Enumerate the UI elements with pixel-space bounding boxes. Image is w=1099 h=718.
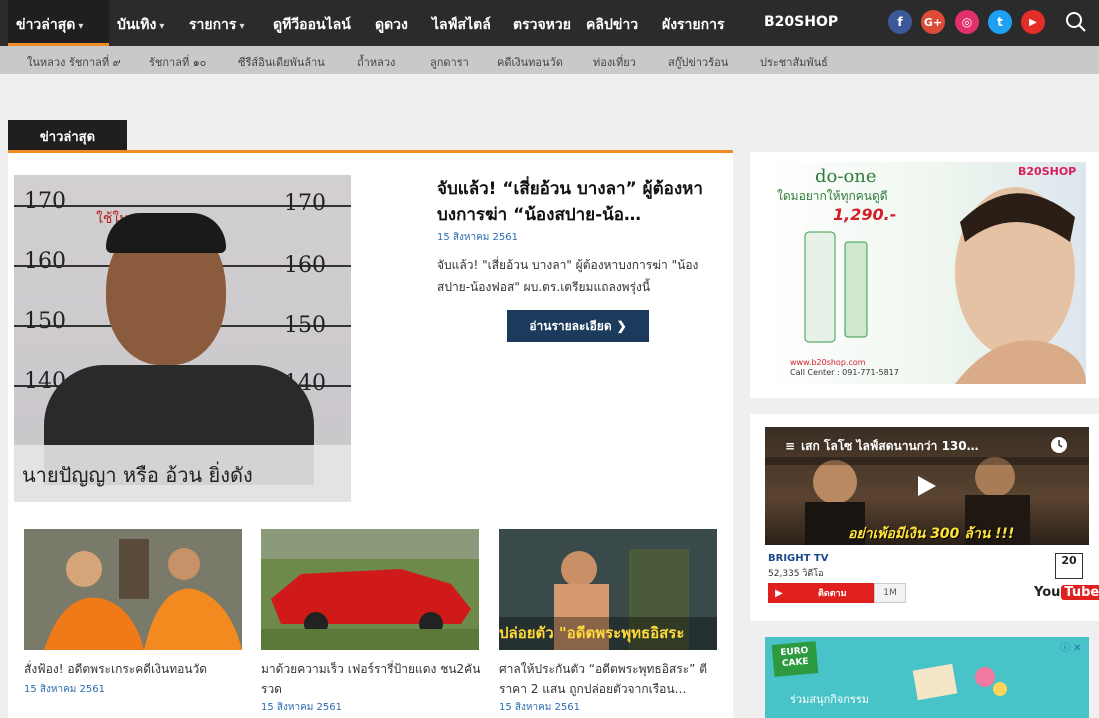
height-mark: 150 bbox=[284, 313, 326, 338]
nav-item-entertainment[interactable]: บันเทิง ▾ bbox=[117, 14, 164, 36]
nav-item-horoscope[interactable]: ดูดวง bbox=[375, 14, 408, 36]
section-tab-latest[interactable]: ข่าวล่าสุด bbox=[8, 120, 127, 152]
subscriber-count: 1M bbox=[874, 583, 906, 603]
twitter-icon[interactable]: t bbox=[988, 10, 1012, 34]
monks-illustration bbox=[24, 529, 242, 650]
featured-description: จับแล้ว! "เสี่ยอ้วน บางลา" ผู้ต้องหาบงกา… bbox=[437, 258, 699, 294]
search-icon[interactable] bbox=[1065, 11, 1087, 33]
ferrari-illustration bbox=[261, 529, 479, 650]
playlist-icon: ≡ bbox=[785, 439, 796, 453]
card-title[interactable]: ศาลให้ประกันตัว “อดีตพระพุทธอิสระ” ตีราค… bbox=[499, 659, 724, 699]
card-date: 15 สิงหาคม 2561 bbox=[499, 702, 581, 713]
height-mark: 160 bbox=[284, 253, 326, 278]
channel-name[interactable]: BRIGHT TV bbox=[768, 553, 828, 564]
nav-item-label: ดูดวง bbox=[375, 17, 408, 33]
instagram-icon[interactable]: ◎ bbox=[955, 10, 979, 34]
featured-title[interactable]: จับแล้ว! “เสี่ยอ้วน บางลา” ผู้ต้องหาบงกา… bbox=[437, 176, 727, 228]
video-overlay-text: อย่าเพ้อมีเงิน 300 ล้าน !!! bbox=[848, 526, 1015, 542]
video-title-text: เสก โลโซ ไลฟ์สดนานกว่า 130… bbox=[801, 439, 979, 453]
chevron-down-icon: ▾ bbox=[239, 21, 245, 32]
nav-item-label: ผังรายการ bbox=[662, 17, 725, 33]
featured-date: 15 สิงหาคม 2561 bbox=[437, 232, 519, 243]
height-mark: 170 bbox=[284, 191, 326, 216]
nav-item-label: ไลฟ์สไตล์ bbox=[432, 17, 491, 33]
card-image-text: ปล่อยตัว "อดีตพระพุทธอิสระ bbox=[499, 624, 685, 642]
eurocake-logo: EURO CAKE bbox=[771, 641, 819, 677]
sub-navbar: ในหลวง รัชกาลที่ ๙ รัชกาลที่ ๑๐ ซีรีส์อิ… bbox=[0, 46, 1099, 74]
card-date: 15 สิงหาคม 2561 bbox=[261, 702, 343, 713]
youtube-logo-tube: Tube bbox=[1061, 585, 1099, 600]
card-image[interactable]: ปล่อยตัว "อดีตพระพุทธอิสระ bbox=[499, 529, 717, 650]
clock-icon[interactable] bbox=[1050, 436, 1068, 454]
card-title[interactable]: มาด้วยความเร็ว เฟอร์รารี่ป้ายแดง ชน2คันร… bbox=[261, 659, 481, 699]
youtube-icon[interactable]: ▶ bbox=[1021, 10, 1045, 34]
channel-badge: 20 bbox=[1055, 553, 1083, 579]
nav-item-label: คลิปข่าว bbox=[586, 17, 639, 33]
photo-caption: นายปัญญา หรือ อ้วน ยิ่งดัง bbox=[14, 445, 351, 502]
ad-logo: do-one bbox=[815, 166, 877, 187]
chevron-right-icon: ❯ bbox=[616, 319, 627, 333]
subnav-item[interactable]: ถ้ำหลวง bbox=[357, 53, 395, 71]
height-mark: 160 bbox=[24, 249, 66, 274]
ad-close-icon[interactable]: ⓘ ✕ bbox=[1060, 639, 1082, 654]
chevron-down-icon: ▾ bbox=[78, 21, 84, 32]
subscribe-label: ติดตาม bbox=[818, 589, 847, 599]
video-title[interactable]: ≡ เสก โลโซ ไลฟ์สดนานกว่า 130… bbox=[785, 437, 979, 456]
read-more-button[interactable]: อ่านรายละเอียด ❯ bbox=[507, 310, 649, 342]
ad-eurocake-text: ร่วมสนุกกิจกรรม bbox=[790, 693, 870, 706]
youtube-logo[interactable]: You Tube bbox=[1034, 585, 1099, 600]
person-hair bbox=[106, 213, 226, 253]
featured-image[interactable]: 170 170 160 160 150 150 140 140 ใช้ในราช… bbox=[14, 175, 351, 502]
youtube-logo-you: You bbox=[1034, 585, 1061, 600]
nav-item-label: B20SHOP bbox=[764, 14, 839, 30]
subnav-item[interactable]: ลูกดารา bbox=[430, 53, 469, 71]
ad-call-center: Call Center : 091-771-5817 bbox=[790, 368, 899, 377]
ad-headline: ใดมอยากให้ทุกคนดูดี bbox=[777, 189, 888, 203]
play-icon[interactable] bbox=[912, 474, 940, 498]
chevron-down-icon: ▾ bbox=[159, 21, 165, 32]
nav-item-programs[interactable]: รายการ ▾ bbox=[189, 14, 244, 36]
read-more-label: อ่านรายละเอียด bbox=[529, 318, 612, 333]
nav-item-news-clips[interactable]: คลิปข่าว bbox=[586, 14, 638, 36]
nav-item-label: ตรวจหวย bbox=[513, 17, 571, 33]
ad-website: www.b20shop.com bbox=[790, 358, 866, 367]
height-mark: 150 bbox=[24, 309, 66, 334]
subnav-item[interactable]: คดีเงินทอนวัด bbox=[497, 53, 563, 71]
nav-item-lifestyle[interactable]: ไลฟ์สไตล์ bbox=[432, 14, 491, 36]
height-mark: 170 bbox=[24, 189, 66, 214]
nav-item-label: รายการ bbox=[189, 17, 237, 33]
top-navbar: ข่าวล่าสุด ▾ บันเทิง ▾ รายการ ▾ ดูทีวีออนไล… bbox=[0, 0, 1099, 46]
subnav-item[interactable]: รัชกาลที่ ๑๐ bbox=[149, 53, 206, 71]
youtube-play-icon: ▶ bbox=[775, 587, 783, 599]
nav-item-latest-news[interactable]: ข่าวล่าสุด ▾ bbox=[16, 14, 83, 36]
ad-brand: B20SHOP bbox=[1018, 165, 1077, 178]
nav-item-lottery[interactable]: ตรวจหวย bbox=[513, 14, 571, 36]
nav-item-tv-online[interactable]: ดูทีวีออนไลน์ bbox=[273, 14, 351, 36]
channel-video-count: 52,335 วิดีโอ bbox=[768, 569, 824, 579]
subnav-item[interactable]: ท่องเที่ยว bbox=[593, 53, 636, 71]
nav-item-label: ดูทีวีออนไลน์ bbox=[273, 17, 351, 33]
facebook-icon[interactable]: f bbox=[888, 10, 912, 34]
ad-price: 1,290.- bbox=[833, 205, 897, 224]
nav-item-schedule[interactable]: ผังรายการ bbox=[662, 14, 724, 36]
card-date: 15 สิงหาคม 2561 bbox=[24, 684, 106, 695]
subnav-item[interactable]: ในหลวง รัชกาลที่ ๙ bbox=[27, 53, 121, 71]
nav-item-b20shop[interactable]: B20SHOP bbox=[764, 14, 838, 30]
subnav-item[interactable]: สกู๊ปข่าวร้อน bbox=[668, 53, 728, 71]
subnav-item[interactable]: ซีรีส์อินเดียพันล้าน bbox=[238, 53, 325, 71]
google-plus-icon[interactable]: G+ bbox=[921, 10, 945, 34]
nav-item-label: ข่าวล่าสุด bbox=[16, 17, 76, 33]
card-image[interactable] bbox=[24, 529, 242, 650]
card-title[interactable]: สั่งฟ้อง! อดีตพระเกระคดีเงินทอนวัด bbox=[24, 659, 244, 679]
nav-item-label: บันเทิง bbox=[117, 17, 157, 33]
card-image[interactable] bbox=[261, 529, 479, 650]
subnav-item[interactable]: ประชาสัมพันธ์ bbox=[760, 53, 828, 71]
